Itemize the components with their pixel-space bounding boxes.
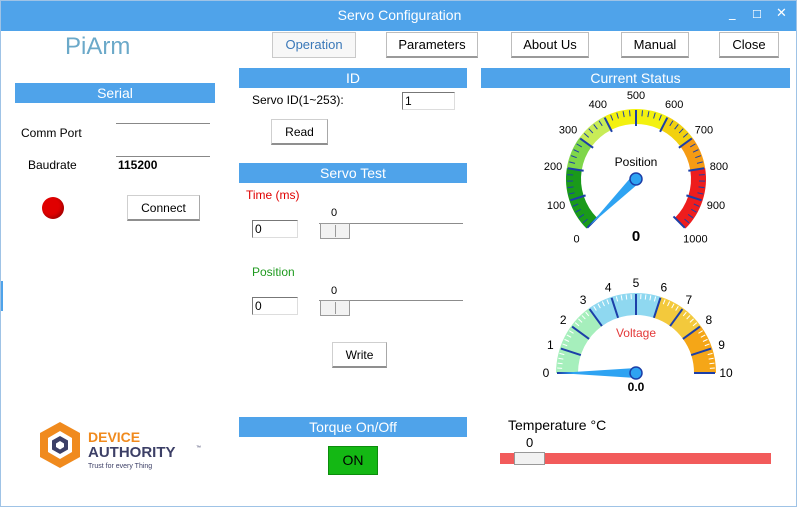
logo-trademark: ™ [196, 445, 201, 451]
comm-port-input[interactable] [116, 123, 210, 141]
connection-status-indicator [42, 197, 64, 219]
position-gauge-tick-label: 1000 [683, 233, 707, 245]
voltage-gauge-label: Voltage [616, 326, 656, 340]
position-input[interactable]: 0 [252, 297, 298, 315]
voltage-gauge: 0 123 4 5 6 789 10 Voltage 0.0 [543, 276, 733, 394]
baudrate-input[interactable]: 115200 [116, 156, 210, 174]
position-gauge-band [566, 168, 598, 229]
voltage-gauge-tick-label: 5 [633, 276, 640, 290]
position-gauge-tick [641, 110, 643, 117]
minimize-icon[interactable]: _ [729, 6, 736, 21]
position-slider-handle[interactable] [320, 300, 350, 316]
servo-test-header: Servo Test [239, 163, 467, 183]
position-gauge-tick-label: 300 [559, 125, 577, 137]
temperature-slider-handle[interactable] [514, 452, 545, 465]
tab-parameters[interactable]: Parameters [386, 32, 478, 58]
voltage-gauge-tick-label: 3 [580, 293, 587, 307]
time-slider-value: 0 [331, 207, 338, 219]
read-button[interactable]: Read [271, 119, 328, 145]
voltage-gauge-value: 0.0 [628, 380, 645, 394]
position-gauge-band [674, 168, 706, 229]
time-slider-handle[interactable] [320, 223, 350, 239]
logo-line2: AUTHORITY [88, 444, 176, 461]
comm-port-label: Comm Port [21, 126, 82, 140]
window-resize-handle[interactable] [1, 281, 3, 311]
voltage-gauge-tick-label: 1 [547, 338, 554, 352]
position-gauge-tick-label: 900 [707, 200, 725, 212]
position-slider-value: 0 [331, 285, 338, 297]
maximize-icon[interactable]: ☐ [752, 8, 762, 21]
position-gauge-tick-label: 400 [589, 99, 607, 111]
voltage-gauge-tick-label: 4 [605, 280, 612, 294]
position-gauge-tick-label: 200 [544, 161, 562, 173]
servo-id-label: Servo ID(1~253): [252, 93, 344, 107]
position-gauge-tick-label: 100 [547, 200, 565, 212]
tab-manual[interactable]: Manual [621, 32, 689, 58]
position-gauge-label: Position [615, 155, 658, 169]
voltage-gauge-tick [709, 362, 715, 365]
app-logo-text: PiArm [65, 33, 131, 60]
voltage-gauge-tick [625, 294, 628, 300]
current-status-header: Current Status [481, 68, 790, 88]
time-input[interactable]: 0 [252, 220, 298, 238]
voltage-gauge-tick-label: 10 [719, 366, 733, 380]
voltage-gauge-tick-label: 2 [560, 313, 567, 327]
position-gauge-tick-label: 800 [710, 161, 728, 173]
app-window: Servo Configuration _ ☐ ✕ PiArm Operatio… [0, 0, 797, 507]
position-gauge: 0 100 200 300 400 500 600 700 800 900 1000 Position… [544, 90, 728, 245]
position-label: Position [252, 265, 295, 279]
title-bar: Servo Configuration _ ☐ ✕ [1, 1, 796, 31]
torque-toggle-button[interactable]: ON [328, 446, 378, 475]
voltage-gauge-tick-label: 6 [660, 280, 667, 294]
close-button[interactable]: Close [719, 32, 779, 58]
window-title: Servo Configuration [337, 7, 462, 23]
close-icon[interactable]: ✕ [776, 6, 787, 21]
voltage-gauge-tick-label: 7 [686, 293, 693, 307]
device-authority-logo: DEVICE AUTHORITY ™ Trust for every Thing [40, 422, 201, 470]
position-gauge-tick-label: 600 [665, 99, 683, 111]
position-gauge-tick-label: 700 [695, 125, 713, 137]
voltage-gauge-tick-label: 0 [543, 366, 550, 380]
torque-header: Torque On/Off [239, 417, 467, 437]
position-gauge-tick-label: 500 [627, 90, 645, 102]
logo-tagline: Trust for every Thing [88, 463, 152, 470]
voltage-gauge-tick-label: 9 [718, 338, 725, 352]
connect-button[interactable]: Connect [127, 195, 200, 221]
position-gauge-value: 0 [632, 228, 640, 245]
temperature-label: Temperature °C [508, 417, 607, 433]
tab-about-us[interactable]: About Us [511, 32, 589, 58]
voltage-gauge-tick [644, 294, 647, 300]
tab-operation[interactable]: Operation [272, 32, 356, 58]
temperature-value: 0 [526, 435, 534, 450]
logo-line1: DEVICE [88, 429, 140, 445]
voltage-gauge-tick [557, 362, 563, 365]
id-header: ID [239, 68, 467, 88]
baudrate-label: Baudrate [28, 158, 77, 172]
voltage-gauge-hub [629, 366, 643, 380]
servo-id-input[interactable]: 1 [402, 92, 455, 110]
voltage-gauge-tick-label: 8 [705, 313, 712, 327]
write-button[interactable]: Write [332, 342, 387, 368]
position-gauge-tick-label: 0 [574, 233, 580, 245]
serial-header: Serial [15, 83, 215, 103]
position-gauge-hub [629, 172, 643, 186]
position-gauge-tick [629, 110, 631, 117]
time-label: Time (ms) [246, 188, 300, 202]
